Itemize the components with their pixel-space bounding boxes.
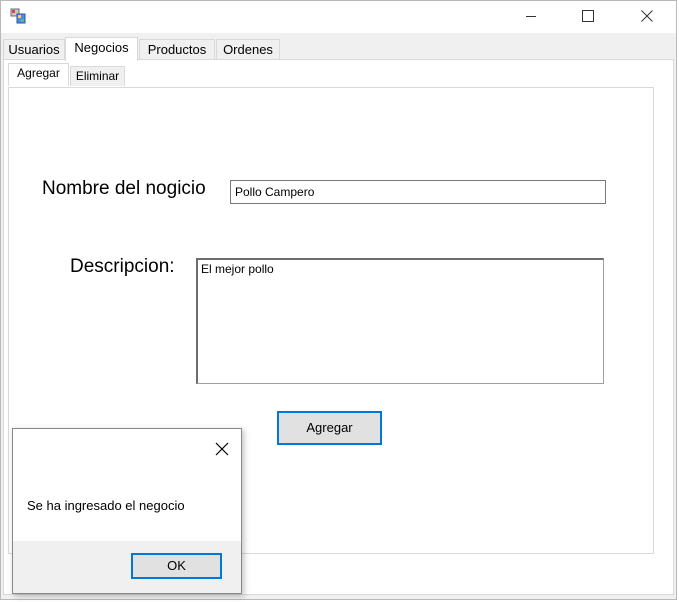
- agregar-button[interactable]: Agregar: [277, 411, 382, 445]
- message-footer: OK: [13, 541, 241, 593]
- description-textarea[interactable]: El mejor pollo: [196, 258, 604, 384]
- close-icon: [641, 10, 653, 22]
- app-icon: [10, 8, 26, 24]
- tab-ordenes[interactable]: Ordenes: [216, 39, 280, 59]
- subtab-eliminar[interactable]: Eliminar: [70, 66, 125, 86]
- title-bar: [1, 1, 676, 33]
- ok-button[interactable]: OK: [131, 553, 222, 579]
- tab-productos[interactable]: Productos: [139, 39, 215, 59]
- tab-negocios[interactable]: Negocios: [65, 37, 138, 61]
- close-button[interactable]: [624, 1, 670, 31]
- maximize-icon: [582, 10, 594, 22]
- app-window: Usuarios Negocios Productos Ordenes Agre…: [0, 0, 677, 600]
- description-label: Descripcion:: [70, 256, 175, 277]
- message-text: Se ha ingresado el negocio: [27, 498, 185, 513]
- maximize-button[interactable]: [565, 1, 611, 31]
- minimize-icon: [526, 16, 536, 17]
- minimize-button[interactable]: [508, 1, 554, 31]
- business-name-input[interactable]: [230, 180, 606, 204]
- close-icon[interactable]: [213, 440, 231, 458]
- tab-usuarios[interactable]: Usuarios: [3, 39, 65, 59]
- subtab-agregar[interactable]: Agregar: [8, 63, 69, 86]
- message-box: Se ha ingresado el negocio OK: [12, 428, 242, 594]
- business-name-label: Nombre del nogicio: [42, 178, 206, 199]
